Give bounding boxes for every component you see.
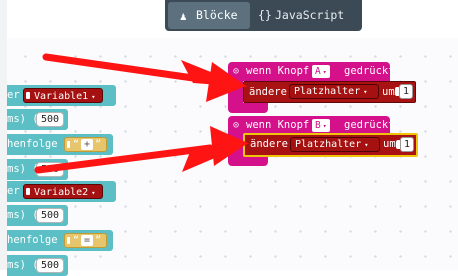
annotation-arrow-2 — [34, 126, 250, 174]
annotation-arrows — [34, 53, 250, 174]
annotation-arrow-1 — [42, 53, 248, 102]
